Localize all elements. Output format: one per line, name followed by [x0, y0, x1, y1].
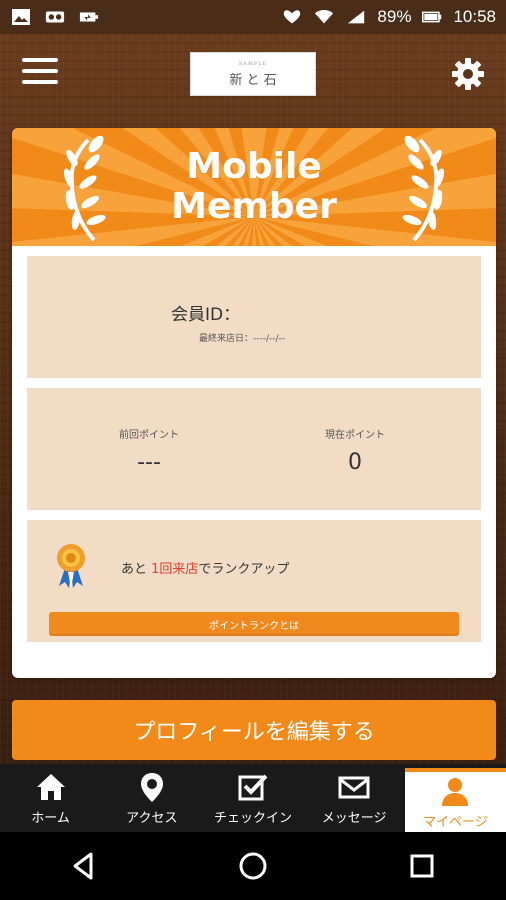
map-pin-icon: [140, 772, 163, 802]
logo[interactable]: SAMPLE 新 と 石: [190, 52, 316, 96]
back-icon[interactable]: [64, 846, 104, 886]
member-id-label: 会員ID：: [171, 305, 241, 325]
image-icon: [10, 8, 32, 26]
laurel-icon: [402, 136, 444, 242]
point-rank-button[interactable]: ポイントランクとは: [49, 612, 459, 636]
home-icon: [36, 773, 65, 800]
last-visit-label: 最終来店日：----/--/--: [199, 334, 286, 344]
tab-access[interactable]: アクセス: [101, 764, 202, 832]
envelope-icon: [338, 776, 370, 798]
battery-charging-icon: [78, 8, 100, 26]
member-card: Mobile Member 会員ID： 最終来店日：----/--/-- 前回ポ…: [12, 128, 496, 678]
current-points-label: 現在ポイント: [325, 430, 385, 441]
wifi-icon: [313, 8, 335, 26]
recents-icon[interactable]: [402, 846, 442, 886]
heart-signal-icon: [281, 8, 303, 26]
rankup-text: あと 1回来店でランクアップ: [121, 562, 290, 577]
clock: 10:58: [453, 7, 496, 26]
points-panel: 前回ポイント --- 現在ポイント 0: [27, 388, 481, 510]
tab-home[interactable]: ホーム: [0, 764, 101, 832]
laurel-icon: [64, 136, 106, 242]
member-id-panel: 会員ID： 最終来店日：----/--/--: [27, 256, 481, 378]
banner-title: Mobile Member: [171, 146, 337, 227]
gear-icon[interactable]: [450, 56, 486, 92]
medal-icon: [57, 544, 85, 588]
system-nav-bar: [0, 832, 506, 900]
bottom-tab-bar: ホーム アクセス チェックイン メッセージ マイページ: [0, 764, 506, 832]
menu-icon[interactable]: [22, 58, 58, 90]
battery-icon: [421, 8, 443, 26]
app-header: SAMPLE 新 と 石: [0, 34, 506, 114]
user-icon: [442, 777, 469, 806]
tab-checkin[interactable]: チェックイン: [202, 764, 303, 832]
voicemail-icon: [44, 8, 66, 26]
edit-profile-button[interactable]: プロフィールを編集する: [12, 700, 496, 760]
rank-panel: あと 1回来店でランクアップ ポイントランクとは: [27, 520, 481, 642]
prev-points-value: ---: [137, 450, 161, 475]
battery-percent: 89%: [377, 7, 412, 26]
tab-mypage[interactable]: マイページ: [404, 768, 506, 832]
home-circle-icon[interactable]: [233, 846, 273, 886]
cell-signal-icon: [345, 8, 367, 26]
mobile-member-banner: Mobile Member: [12, 128, 496, 246]
status-bar: 89% 10:58: [0, 0, 506, 34]
checkbox-icon: [238, 774, 268, 800]
current-points-value: 0: [348, 450, 362, 475]
prev-points-label: 前回ポイント: [119, 430, 179, 441]
tab-messages[interactable]: メッセージ: [304, 764, 405, 832]
